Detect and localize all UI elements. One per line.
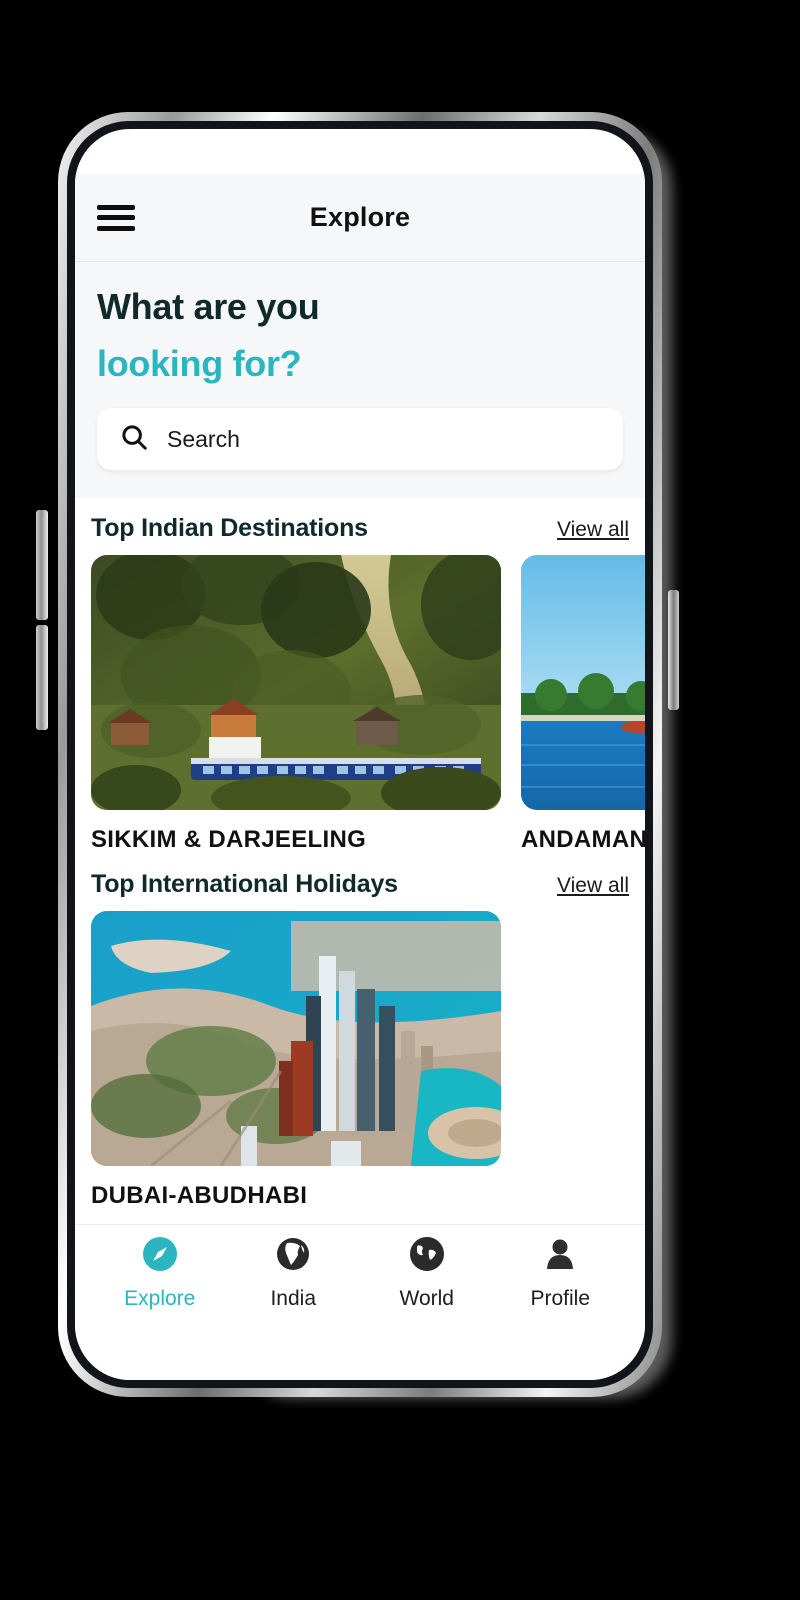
hero-heading-line2: looking for?: [97, 343, 302, 384]
nav-label-india: India: [270, 1287, 317, 1310]
phone-bezel: Explore What are you looking for? Search…: [67, 121, 653, 1388]
globe-india-icon: [273, 1234, 313, 1279]
main-content: Top Indian Destinations View all SIKKIM …: [75, 498, 645, 1224]
app-header: Explore: [75, 174, 645, 262]
nav-item-india[interactable]: India: [227, 1234, 361, 1311]
bottom-navigation-bar: Explore India World Profile: [75, 1224, 645, 1320]
view-all-link-international[interactable]: View all: [547, 874, 629, 898]
nav-label-explore: Explore: [124, 1287, 196, 1310]
card-row-indian[interactable]: SIKKIM & DARJEELING ANDAMAN: [75, 555, 645, 854]
search-icon: [119, 422, 149, 457]
nav-label-world: World: [399, 1287, 454, 1310]
phone-screen: Explore What are you looking for? Search…: [75, 129, 645, 1380]
section-header-indian: Top Indian Destinations View all: [75, 498, 645, 555]
section-title: Top Indian Destinations: [91, 514, 368, 542]
nav-item-profile[interactable]: Profile: [494, 1234, 628, 1311]
power-button[interactable]: [668, 590, 679, 710]
hamburger-menu-icon[interactable]: [97, 204, 135, 231]
section-header-international: Top International Holidays View all: [75, 854, 645, 911]
search-bar[interactable]: [97, 408, 623, 470]
globe-world-icon: [407, 1234, 462, 1279]
hero-heading-line1: What are you: [97, 286, 320, 327]
nav-label-profile: Profile: [530, 1287, 591, 1310]
andaman-image: [521, 555, 645, 810]
hero-section: What are you looking for?: [75, 262, 645, 386]
volume-down-button[interactable]: [36, 625, 48, 730]
card-row-international[interactable]: DUBAI-ABUDHABI: [75, 911, 645, 1210]
destination-card-label: ANDAMAN: [521, 826, 645, 853]
view-all-link-indian[interactable]: View all: [547, 518, 629, 542]
person-icon: [540, 1234, 580, 1279]
page-title: Explore: [309, 202, 411, 232]
volume-up-button[interactable]: [36, 510, 48, 620]
compass-icon: [140, 1234, 180, 1279]
destination-card[interactable]: DUBAI-ABUDHABI: [91, 911, 501, 1210]
destination-card-label: DUBAI-ABUDHABI: [91, 1182, 308, 1209]
nav-item-explore[interactable]: Explore: [93, 1234, 227, 1311]
sikkim-darjeeling-image: [91, 555, 501, 810]
background-shadow-block: [688, 596, 800, 664]
section-title: Top International Holidays: [91, 870, 398, 898]
search-input[interactable]: [167, 425, 601, 453]
dubai-abudhabi-image: [91, 911, 501, 1166]
nav-item-world[interactable]: World: [360, 1234, 494, 1311]
destination-card[interactable]: ANDAMAN: [521, 555, 645, 854]
screen-bottom-padding: [75, 1320, 645, 1380]
destination-card[interactable]: SIKKIM & DARJEELING: [91, 555, 501, 854]
phone-frame: Explore What are you looking for? Search…: [58, 112, 662, 1397]
search-section: [75, 386, 645, 498]
destination-card-label: SIKKIM & DARJEELING: [91, 826, 367, 853]
